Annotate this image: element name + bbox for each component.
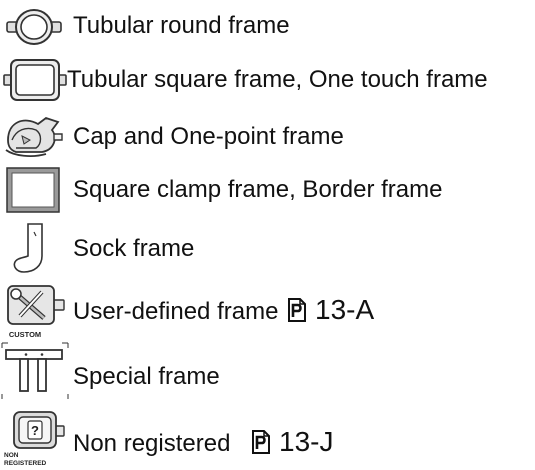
frame-label: Square clamp frame, Border frame	[73, 176, 443, 203]
page-reference-icon	[288, 298, 306, 322]
custom-icon-text: CUSTOM	[9, 330, 41, 339]
frame-label: Sock frame	[73, 235, 195, 262]
frame-row-sock: Sock frame	[0, 222, 535, 273]
frame-row-tubular-square: Tubular square frame, One touch frame	[0, 55, 535, 103]
frame-label: Tubular round frame	[73, 12, 290, 39]
frame-row-square-clamp: Square clamp frame, Border frame	[0, 165, 535, 215]
frame-row-cap: Cap and One-point frame	[0, 110, 535, 160]
frame-label: Non registered	[73, 430, 231, 457]
page-reference-text: 13-A	[315, 294, 375, 325]
tubular-round-frame-icon	[6, 9, 62, 45]
sock-frame-icon	[13, 223, 43, 273]
frame-label: Tubular square frame, One touch frame	[67, 66, 488, 93]
user-defined-frame-icon: CUSTOM	[7, 285, 65, 339]
frame-row-user-defined: CUSTOM User-defined frame 13-A	[0, 282, 535, 340]
frame-row-tubular-round: Tubular round frame	[0, 6, 535, 46]
svg-text:?: ?	[31, 423, 39, 438]
special-frame-icon	[1, 342, 69, 399]
frame-label: Special frame	[73, 363, 220, 390]
tubular-square-frame-icon	[3, 59, 67, 101]
page-reference-text: 13-J	[279, 426, 334, 457]
frame-label: Cap and One-point frame	[73, 123, 344, 150]
svg-text:REGISTERED: REGISTERED	[4, 460, 47, 467]
svg-text:NON: NON	[4, 452, 19, 459]
page-reference: 13-A	[288, 295, 374, 325]
frame-row-special: Special frame	[0, 340, 535, 402]
page-reference: 13-J	[252, 427, 333, 457]
cap-frame-icon	[5, 116, 63, 157]
frame-row-non-registered: ? NON REGISTERED Non registered 13-J	[0, 408, 535, 468]
non-registered-frame-icon: ? NON REGISTERED	[4, 411, 65, 467]
frame-label: User-defined frame	[73, 298, 279, 325]
square-clamp-frame-icon	[6, 167, 60, 213]
page-reference-icon	[252, 430, 270, 454]
